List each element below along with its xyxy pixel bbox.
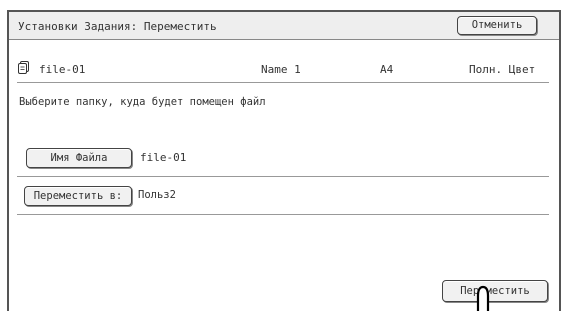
cancel-button[interactable]: Отменить (457, 16, 537, 35)
move-button[interactable]: Переместить (442, 280, 548, 302)
document-stack-icon (18, 61, 29, 74)
paper-size: A4 (380, 63, 394, 76)
job-settings-panel: Установки Задания: Переместить Отменить … (7, 10, 561, 311)
move-to-value: Польз2 (138, 189, 176, 201)
file-info-row: file-01 Name 1 A4 Полн. Цвет (9, 59, 559, 79)
divider (17, 82, 549, 83)
divider (17, 214, 549, 215)
file-name-button[interactable]: Имя Файла (26, 148, 132, 168)
move-to-button[interactable]: Переместить в: (24, 186, 132, 206)
user-name: Name 1 (261, 63, 301, 76)
divider (17, 176, 549, 177)
title-bar: Установки Задания: Переместить Отменить (9, 12, 559, 40)
file-name: file-01 (39, 63, 86, 76)
hand-pointer-icon (476, 285, 490, 311)
file-name-value: file-01 (140, 151, 187, 164)
instruction-text: Выберите папку, куда будет помещен файл (19, 96, 266, 108)
page-title: Установки Задания: Переместить (18, 20, 217, 33)
color-mode: Полн. Цвет (469, 63, 536, 76)
